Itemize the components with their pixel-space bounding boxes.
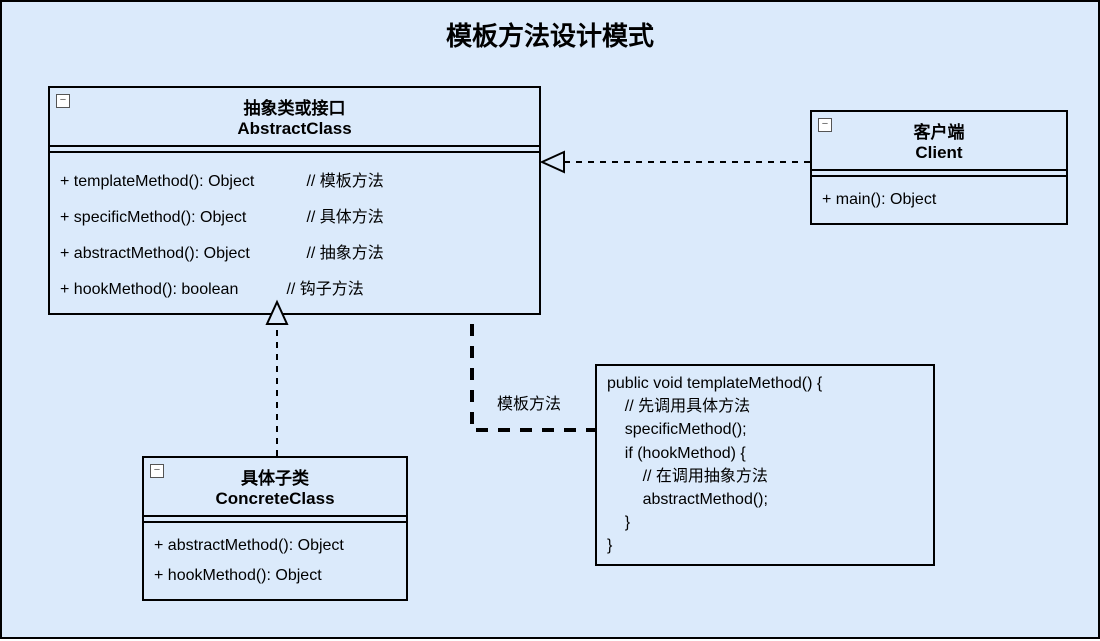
class-concrete-body: + abstractMethod(): Object + hookMethod(… xyxy=(144,523,406,599)
method-row: + abstractMethod(): Object // 抽象方法 xyxy=(60,233,529,269)
collapse-icon[interactable]: − xyxy=(56,94,70,108)
edge-abstract-note xyxy=(472,324,595,430)
edge-label-template: 模板方法 xyxy=(497,390,561,414)
arrowhead-open-triangle-icon xyxy=(542,152,564,172)
method-comment: // 钩子方法 xyxy=(286,275,363,299)
class-client-body: + main(): Object xyxy=(812,177,1066,223)
method-sig: + templateMethod(): Object xyxy=(60,173,290,191)
class-concrete-name-en: ConcreteClass xyxy=(148,489,402,509)
method-row: + hookMethod(): boolean // 钩子方法 xyxy=(60,269,529,305)
method-sig: + hookMethod(): boolean xyxy=(60,281,270,299)
method-comment: // 抽象方法 xyxy=(306,239,383,263)
method-row: + main(): Object xyxy=(822,185,1056,215)
class-client: − 客户端 Client + main(): Object xyxy=(810,110,1068,225)
diagram-title: 模板方法设计模式 xyxy=(2,16,1098,53)
class-concrete-header: − 具体子类 ConcreteClass xyxy=(144,458,406,517)
class-abstract-header: − 抽象类或接口 AbstractClass xyxy=(50,88,539,147)
collapse-icon[interactable]: − xyxy=(150,464,164,478)
method-sig: + specificMethod(): Object xyxy=(60,209,290,227)
method-sig: + hookMethod(): Object xyxy=(154,567,322,585)
method-row: + specificMethod(): Object // 具体方法 xyxy=(60,197,529,233)
method-row: + templateMethod(): Object // 模板方法 xyxy=(60,161,529,197)
method-row: + abstractMethod(): Object xyxy=(154,531,396,561)
method-row: + hookMethod(): Object xyxy=(154,561,396,591)
class-client-name-cn: 客户端 xyxy=(816,118,1062,143)
diagram-canvas: 模板方法设计模式 − 抽象类或接口 AbstractClass + templa… xyxy=(0,0,1100,639)
method-sig: + abstractMethod(): Object xyxy=(60,245,290,263)
collapse-icon[interactable]: − xyxy=(818,118,832,132)
method-sig: + abstractMethod(): Object xyxy=(154,537,344,555)
class-concrete: − 具体子类 ConcreteClass + abstractMethod():… xyxy=(142,456,408,601)
class-abstract-name-en: AbstractClass xyxy=(54,119,535,139)
method-comment: // 具体方法 xyxy=(306,203,383,227)
method-comment: // 模板方法 xyxy=(306,167,383,191)
class-abstract: − 抽象类或接口 AbstractClass + templateMethod(… xyxy=(48,86,541,315)
class-concrete-name-cn: 具体子类 xyxy=(148,464,402,489)
code-note: public void templateMethod() { // 先调用具体方… xyxy=(595,364,935,566)
class-client-header: − 客户端 Client xyxy=(812,112,1066,171)
class-abstract-name-cn: 抽象类或接口 xyxy=(54,94,535,119)
method-sig: + main(): Object xyxy=(822,191,936,209)
class-abstract-body: + templateMethod(): Object // 模板方法 + spe… xyxy=(50,153,539,313)
class-client-name-en: Client xyxy=(816,143,1062,163)
